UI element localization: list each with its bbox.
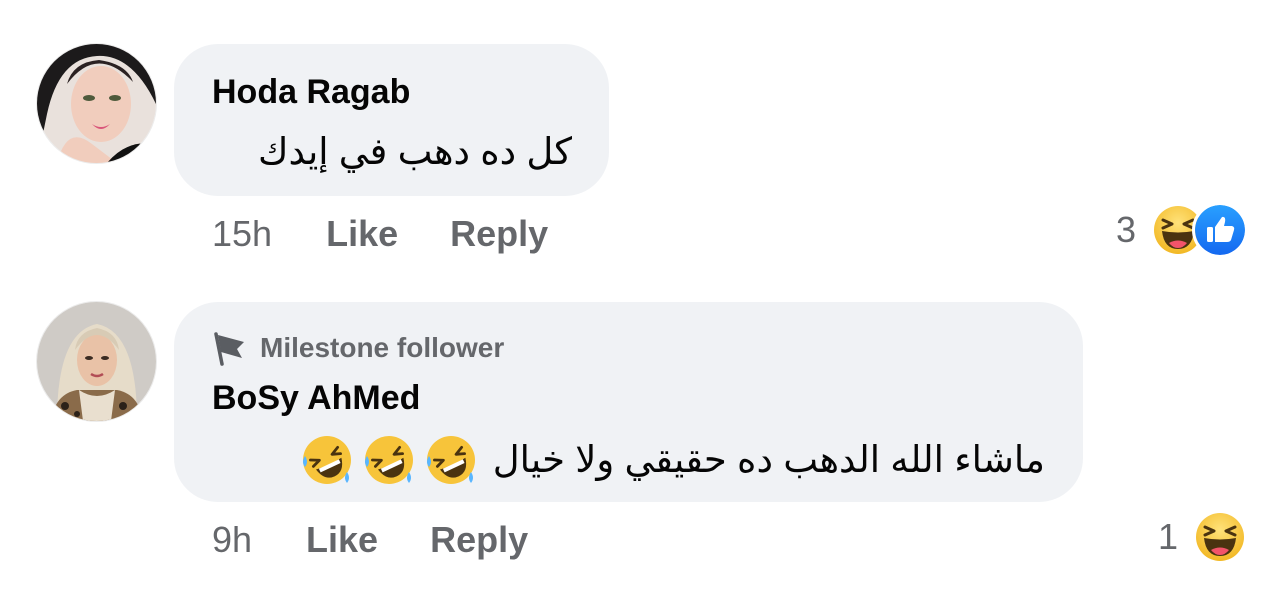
comment-timestamp[interactable]: 9h: [212, 519, 252, 561]
comment-text-row: ماشاء الله الدهب ده حقيقي ولا خيال: [301, 434, 1045, 486]
comment-bubble[interactable]: Hoda Ragab كل ده دهب في إيدك: [174, 44, 609, 196]
badge-label: Milestone follower: [260, 332, 505, 363]
like-button[interactable]: Like: [306, 519, 378, 561]
reaction-count: 3: [1115, 209, 1136, 250]
comment-actions: 9h Like Reply: [212, 518, 580, 562]
emoji-group: [301, 434, 477, 486]
avatar[interactable]: [37, 302, 156, 421]
milestone-badge: Milestone follower: [212, 328, 504, 368]
rofl-emoji: [301, 434, 353, 486]
reply-button[interactable]: Reply: [430, 519, 528, 561]
comment-author[interactable]: Hoda Ragab: [212, 72, 410, 112]
reaction-summary[interactable]: 3: [1115, 202, 1248, 258]
profile-photo: [37, 302, 156, 421]
comment-bubble[interactable]: Milestone follower BoSy AhMed ماشاء الله…: [174, 302, 1083, 502]
rofl-emoji: [363, 434, 415, 486]
like-icon: [1192, 202, 1248, 258]
rofl-emoji: [425, 434, 477, 486]
reaction-summary[interactable]: 1: [1157, 509, 1248, 565]
comment-text: ماشاء الله الدهب ده حقيقي ولا خيال: [492, 439, 1045, 480]
haha-icon: [1192, 509, 1248, 565]
comment-author[interactable]: BoSy AhMed: [212, 378, 420, 418]
comment-timestamp[interactable]: 15h: [212, 213, 272, 255]
comment-actions: 15h Like Reply: [212, 212, 600, 256]
reaction-count: 1: [1157, 516, 1178, 557]
comment-text: كل ده دهب في إيدك: [258, 131, 572, 172]
avatar[interactable]: [37, 44, 156, 163]
profile-photo: [37, 44, 156, 163]
like-button[interactable]: Like: [326, 213, 398, 255]
reply-button[interactable]: Reply: [450, 213, 548, 255]
flag-icon: [214, 332, 244, 366]
